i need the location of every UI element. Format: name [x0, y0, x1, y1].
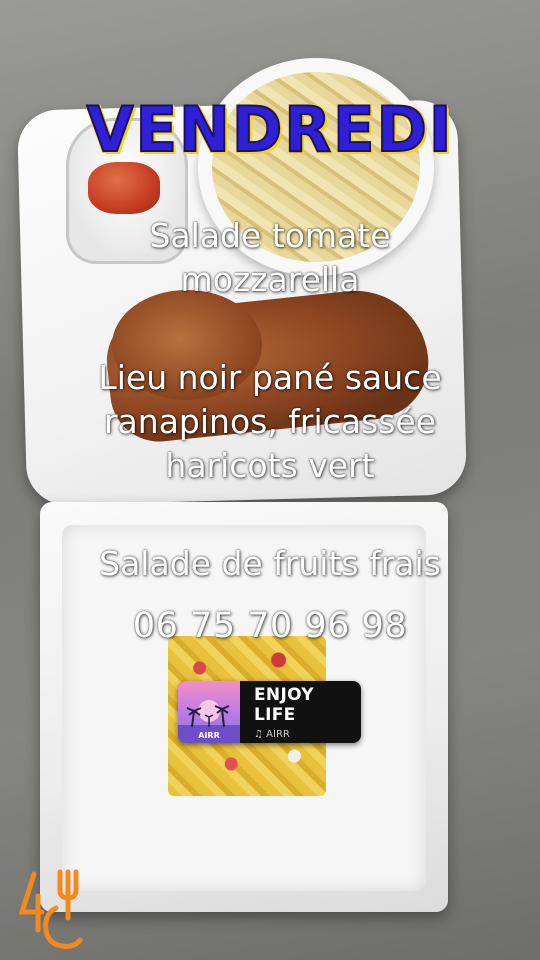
- main-line-3: haricots vert: [165, 446, 375, 485]
- starter-line-2: mozzarella: [180, 260, 360, 299]
- song-title: ENJOY LIFE: [254, 684, 314, 725]
- music-sticker[interactable]: AIRR ENJOY LIFE ♫ AIRR: [178, 681, 361, 743]
- album-cover: AIRR: [178, 681, 240, 743]
- menu-text: Salade tomate mozzarella Lieu noir pané …: [0, 214, 540, 586]
- starter-line-1: Salade tomate: [149, 216, 391, 255]
- menu-gap: [0, 302, 540, 356]
- music-note-icon: ♫: [254, 728, 267, 740]
- dessert-line: Salade de fruits frais: [99, 544, 441, 583]
- menu-gap: [0, 488, 540, 542]
- album-cover-text: AIRR: [198, 731, 220, 740]
- ketchup: [88, 162, 160, 214]
- restaurant-logo-icon: [18, 869, 83, 949]
- artist-name: AIRR: [266, 728, 290, 740]
- main-line-1: Lieu noir pané sauce: [98, 358, 442, 397]
- music-info: ENJOY LIFE ♫ AIRR: [240, 685, 361, 740]
- day-title: VENDREDI: [86, 92, 454, 167]
- main-line-2: ranapinos, fricassée: [103, 402, 437, 441]
- phone-number: 06 75 70 96 98: [132, 606, 408, 646]
- artist-row: ♫ AIRR: [254, 729, 361, 740]
